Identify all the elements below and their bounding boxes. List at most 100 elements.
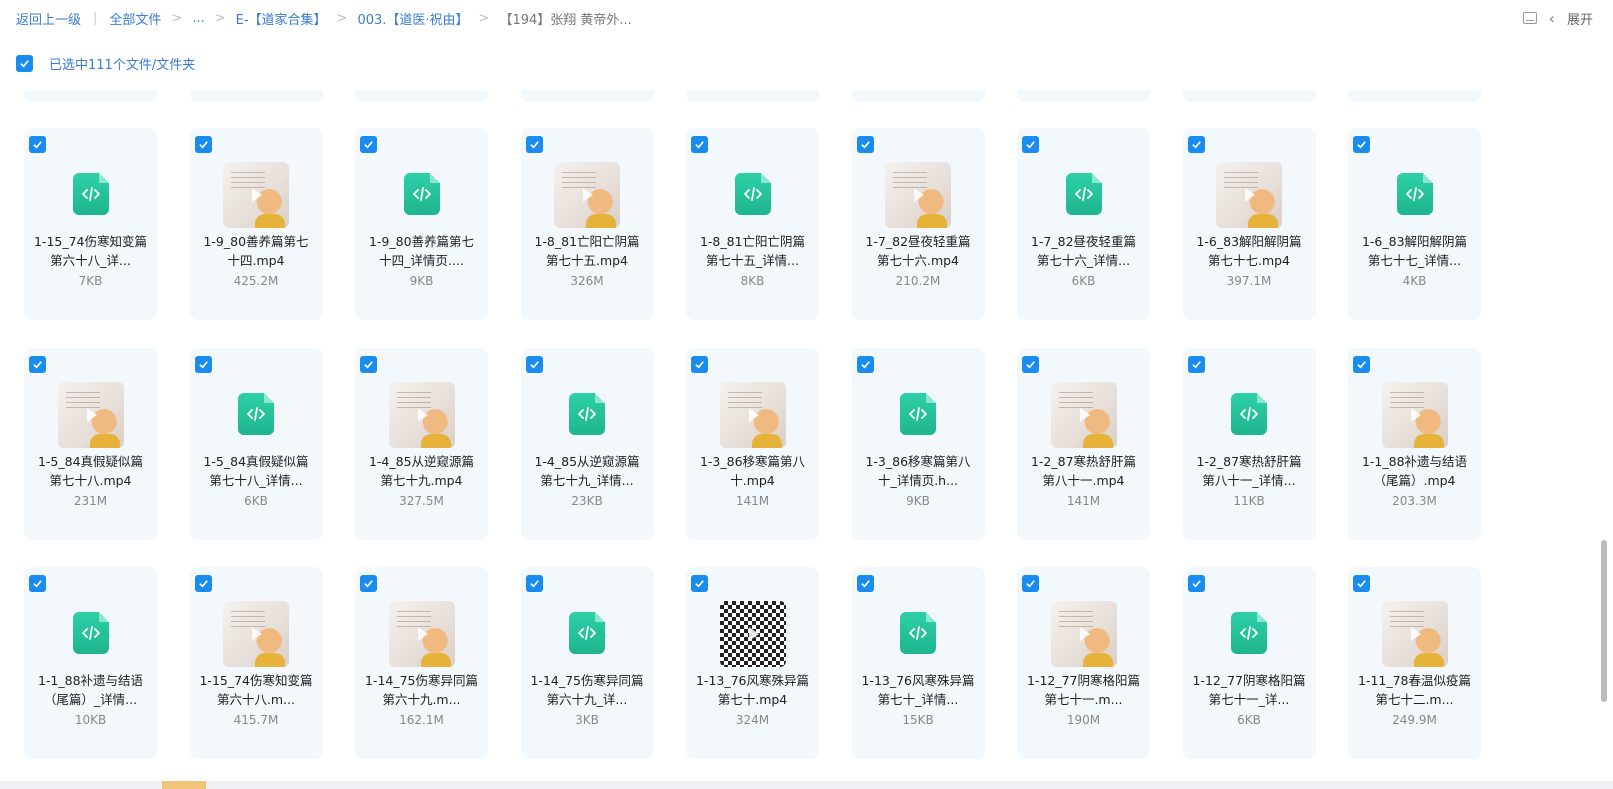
- check-icon: [33, 361, 42, 369]
- file-card[interactable]: 1-1_88补遗与结语（尾篇）_详情... 10KB: [24, 567, 157, 759]
- file-checkbox[interactable]: [1022, 136, 1039, 153]
- html-file-icon: [1065, 173, 1102, 215]
- file-checkbox[interactable]: [1353, 136, 1370, 153]
- back-link[interactable]: 返回上一级: [16, 9, 81, 28]
- html-file-icon: [1396, 173, 1433, 215]
- file-card[interactable]: 1-14_75伤寒异同篇第六十九.m... 162.1M: [355, 567, 488, 759]
- check-icon: [33, 580, 42, 588]
- file-checkbox[interactable]: [525, 136, 543, 153]
- file-card[interactable]: 1-13_76风寒殊异篇第七十_详情... 15KB: [851, 567, 985, 759]
- file-thumbnail-wrap: [521, 162, 654, 228]
- file-checkbox[interactable]: [360, 575, 377, 592]
- video-thumbnail: [554, 162, 620, 228]
- file-card[interactable]: 1-1_88补遗与结语（尾篇）.mp4 203.3M: [1348, 348, 1481, 540]
- file-card[interactable]: 1-3_86移寒篇第八十_详情页.h... 9KB: [851, 348, 985, 540]
- file-checkbox[interactable]: [1022, 575, 1039, 592]
- check-icon: [20, 59, 29, 67]
- file-checkbox[interactable]: [360, 136, 377, 153]
- chevron-right-icon: >: [214, 10, 226, 26]
- file-card[interactable]: 1-15_74伤寒知变篇第六十八.m... 415.7M: [189, 567, 323, 759]
- file-name: 1-7_82昼夜轻重篇第七十六_详情...: [1030, 234, 1137, 268]
- file-checkbox[interactable]: [194, 575, 212, 592]
- play-icon: [748, 627, 759, 641]
- expand-button[interactable]: ‹ 展开: [1549, 9, 1593, 28]
- file-size: 231M: [73, 494, 108, 508]
- check-icon: [198, 361, 208, 369]
- check-icon: [1357, 141, 1366, 149]
- file-card[interactable]: 1-3_86移寒篇第八十.mp4 141M: [686, 348, 819, 540]
- file-card[interactable]: 1-4_85从逆窥源篇第七十九_详情... 23KB: [520, 348, 654, 540]
- file-card[interactable]: 1-6_83解阳解阴篇第七十七_详情... 4KB: [1348, 128, 1481, 320]
- file-card[interactable]: 1-12_77阴寒格阳篇第七十一.m... 190M: [1017, 567, 1150, 759]
- file-card[interactable]: 1-11_78春温似疫篇第七十二.m... 249.9M: [1348, 567, 1481, 759]
- file-name: 1-3_86移寒篇第八十.mp4: [699, 454, 806, 488]
- file-checkbox[interactable]: [360, 356, 377, 373]
- file-checkbox[interactable]: [856, 136, 874, 153]
- file-checkbox[interactable]: [194, 356, 212, 373]
- html-file-icon: [1231, 393, 1267, 435]
- file-thumbnail-wrap: [1017, 382, 1150, 448]
- file-checkbox[interactable]: [691, 136, 708, 153]
- expand-label: 展开: [1566, 12, 1593, 28]
- file-card-partial: [24, 90, 157, 102]
- select-all-checkbox[interactable]: [16, 54, 33, 72]
- file-card[interactable]: 1-14_75伤寒异同篇第六十九_详... 3KB: [520, 567, 654, 759]
- file-card[interactable]: 1-9_80善养篇第七十四_详情页.... 9KB: [355, 128, 488, 320]
- html-file-icon: [900, 612, 936, 654]
- file-thumbnail-wrap: [1348, 162, 1481, 228]
- file-name: 1-4_85从逆窥源篇第七十九_详情...: [534, 454, 640, 488]
- file-checkbox[interactable]: [29, 575, 46, 592]
- file-card[interactable]: 1-13_76风寒殊异篇第七十.mp4 324M: [686, 567, 819, 759]
- video-thumbnail: [1381, 382, 1448, 448]
- file-card[interactable]: 1-9_80善养篇第七十四.mp4 425.2M: [189, 128, 323, 320]
- file-checkbox[interactable]: [1353, 575, 1370, 592]
- file-checkbox[interactable]: [525, 575, 543, 592]
- list-view-icon[interactable]: [1522, 12, 1537, 24]
- file-card-partial: [686, 90, 819, 102]
- file-checkbox[interactable]: [1022, 356, 1039, 373]
- horizontal-scrollbar-thumb[interactable]: [162, 781, 206, 789]
- file-card[interactable]: 1-6_83解阳解阴篇第七十七.mp4 397.1M: [1182, 128, 1316, 320]
- file-checkbox[interactable]: [691, 575, 708, 592]
- breadcrumb-ellipsis[interactable]: ...: [192, 11, 204, 26]
- file-card[interactable]: 1-15_74伤寒知变篇第六十八_详... 7KB: [24, 128, 157, 320]
- file-checkbox[interactable]: [856, 356, 874, 373]
- file-card[interactable]: 1-7_82昼夜轻重篇第七十六.mp4 210.2M: [851, 128, 985, 320]
- file-card[interactable]: 1-5_84真假疑似篇第七十八.mp4 231M: [24, 348, 157, 540]
- html-file-icon: [72, 612, 109, 654]
- file-checkbox[interactable]: [525, 356, 543, 373]
- breadcrumb-folder-daojia[interactable]: E-【道家合集】: [236, 9, 327, 28]
- file-checkbox[interactable]: [1187, 356, 1205, 373]
- file-checkbox[interactable]: [1187, 575, 1205, 592]
- file-checkbox[interactable]: [194, 136, 212, 153]
- file-card[interactable]: 1-5_84真假疑似篇第七十八_详情... 6KB: [189, 348, 323, 540]
- file-checkbox[interactable]: [691, 356, 708, 373]
- horizontal-scrollbar[interactable]: [0, 781, 1613, 789]
- breadcrumb-all-files[interactable]: 全部文件: [109, 9, 161, 28]
- check-icon: [860, 141, 870, 149]
- check-icon: [529, 361, 539, 369]
- file-size: 3KB: [575, 713, 599, 727]
- file-checkbox[interactable]: [29, 356, 46, 373]
- chevron-right-icon: >: [171, 10, 183, 26]
- check-icon: [198, 141, 208, 149]
- view-tools: ‹ 展开: [1522, 0, 1593, 36]
- file-thumbnail-wrap: [190, 382, 323, 448]
- file-card[interactable]: 1-8_81亡阳亡阴篇第七十五_详情... 8KB: [686, 128, 819, 320]
- file-card[interactable]: 1-12_77阴寒格阳篇第七十一_详... 6KB: [1182, 567, 1316, 759]
- file-card[interactable]: 1-4_85从逆窥源篇第七十九.mp4 327.5M: [355, 348, 488, 540]
- file-checkbox[interactable]: [1353, 356, 1370, 373]
- vertical-scrollbar[interactable]: [1601, 540, 1607, 702]
- check-icon: [1357, 361, 1366, 369]
- file-thumbnail-wrap: [1348, 601, 1481, 667]
- breadcrumb-folder-daoyi[interactable]: 003.【道医·祝由】: [357, 9, 468, 28]
- file-checkbox[interactable]: [1187, 136, 1205, 153]
- file-size: 23KB: [571, 494, 603, 508]
- file-checkbox[interactable]: [856, 575, 874, 592]
- file-card[interactable]: 1-8_81亡阳亡阴篇第七十五.mp4 326M: [520, 128, 654, 320]
- file-checkbox[interactable]: [29, 136, 46, 153]
- file-card[interactable]: 1-7_82昼夜轻重篇第七十六_详情... 6KB: [1017, 128, 1150, 320]
- file-card[interactable]: 1-2_87寒热舒肝篇第八十一.mp4 141M: [1017, 348, 1150, 540]
- file-card[interactable]: 1-2_87寒热舒肝篇第八十一_详情... 11KB: [1182, 348, 1316, 540]
- check-icon: [1026, 580, 1035, 588]
